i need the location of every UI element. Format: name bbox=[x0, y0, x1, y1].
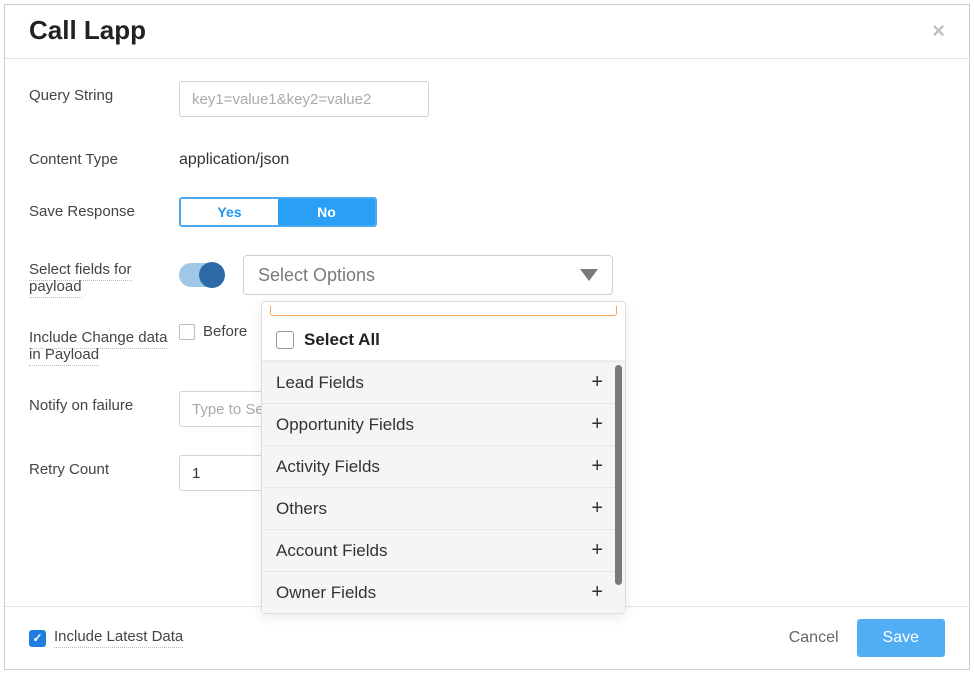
dropdown-group-opportunity[interactable]: Opportunity Fields + bbox=[262, 403, 625, 445]
expand-icon: + bbox=[591, 413, 603, 436]
close-icon[interactable]: × bbox=[932, 20, 945, 42]
expand-icon: + bbox=[591, 581, 603, 604]
chevron-down-icon bbox=[580, 269, 598, 281]
save-response-toggle: Yes No bbox=[179, 197, 377, 227]
dropdown-group-others[interactable]: Others + bbox=[262, 487, 625, 529]
expand-icon: + bbox=[591, 539, 603, 562]
row-query-string: Query String bbox=[29, 81, 945, 117]
dialog-footer: ✓ Include Latest Data Cancel Save bbox=[5, 606, 969, 669]
dialog-header: Call Lapp × bbox=[5, 5, 969, 59]
dialog-title: Call Lapp bbox=[29, 15, 146, 46]
checkbox-icon bbox=[179, 324, 195, 340]
dropdown-group-activity[interactable]: Activity Fields + bbox=[262, 445, 625, 487]
label-retry-count: Retry Count bbox=[29, 455, 179, 478]
label-save-response: Save Response bbox=[29, 197, 179, 220]
scrollbar[interactable] bbox=[615, 365, 622, 585]
payload-select[interactable]: Select Options bbox=[243, 255, 613, 295]
row-select-payload: Select fields for payload Select Options bbox=[29, 255, 945, 295]
cancel-button[interactable]: Cancel bbox=[789, 629, 839, 647]
payload-toggle[interactable] bbox=[179, 263, 223, 287]
label-include-changes: Include Change data in Payload bbox=[29, 323, 179, 363]
dropdown-group-lead[interactable]: Lead Fields + bbox=[262, 361, 625, 403]
query-string-input[interactable] bbox=[179, 81, 429, 117]
dialog-body: Query String Content Type application/js… bbox=[5, 59, 969, 606]
checkbox-checked-icon: ✓ bbox=[29, 630, 46, 647]
dropdown-select-all[interactable]: Select All bbox=[262, 320, 625, 361]
dialog-call-lapp: Call Lapp × Query String Content Type ap… bbox=[4, 4, 970, 670]
label-content-type: Content Type bbox=[29, 145, 179, 168]
label-notify-failure: Notify on failure bbox=[29, 391, 179, 414]
payload-select-placeholder: Select Options bbox=[258, 265, 375, 286]
before-change-label: Before bbox=[203, 323, 247, 340]
expand-icon: + bbox=[591, 371, 603, 394]
include-latest-checkbox[interactable]: ✓ Include Latest Data bbox=[29, 628, 183, 648]
dropdown-group-owner[interactable]: Owner Fields + bbox=[262, 571, 625, 613]
save-button[interactable]: Save bbox=[857, 619, 945, 657]
checkbox-icon bbox=[276, 331, 294, 349]
save-response-yes[interactable]: Yes bbox=[181, 199, 278, 225]
dropdown-group-account[interactable]: Account Fields + bbox=[262, 529, 625, 571]
label-select-payload: Select fields for payload bbox=[29, 255, 179, 295]
content-type-value: application/json bbox=[179, 145, 945, 169]
payload-dropdown: Select All Lead Fields + Opportunity Fie… bbox=[261, 301, 626, 614]
expand-icon: + bbox=[591, 497, 603, 520]
dropdown-search-input[interactable] bbox=[270, 306, 617, 316]
save-response-no[interactable]: No bbox=[278, 199, 375, 225]
label-query-string: Query String bbox=[29, 81, 179, 104]
dropdown-groups: Lead Fields + Opportunity Fields + Activ… bbox=[262, 361, 625, 613]
expand-icon: + bbox=[591, 455, 603, 478]
row-content-type: Content Type application/json bbox=[29, 145, 945, 169]
row-save-response: Save Response Yes No bbox=[29, 197, 945, 227]
